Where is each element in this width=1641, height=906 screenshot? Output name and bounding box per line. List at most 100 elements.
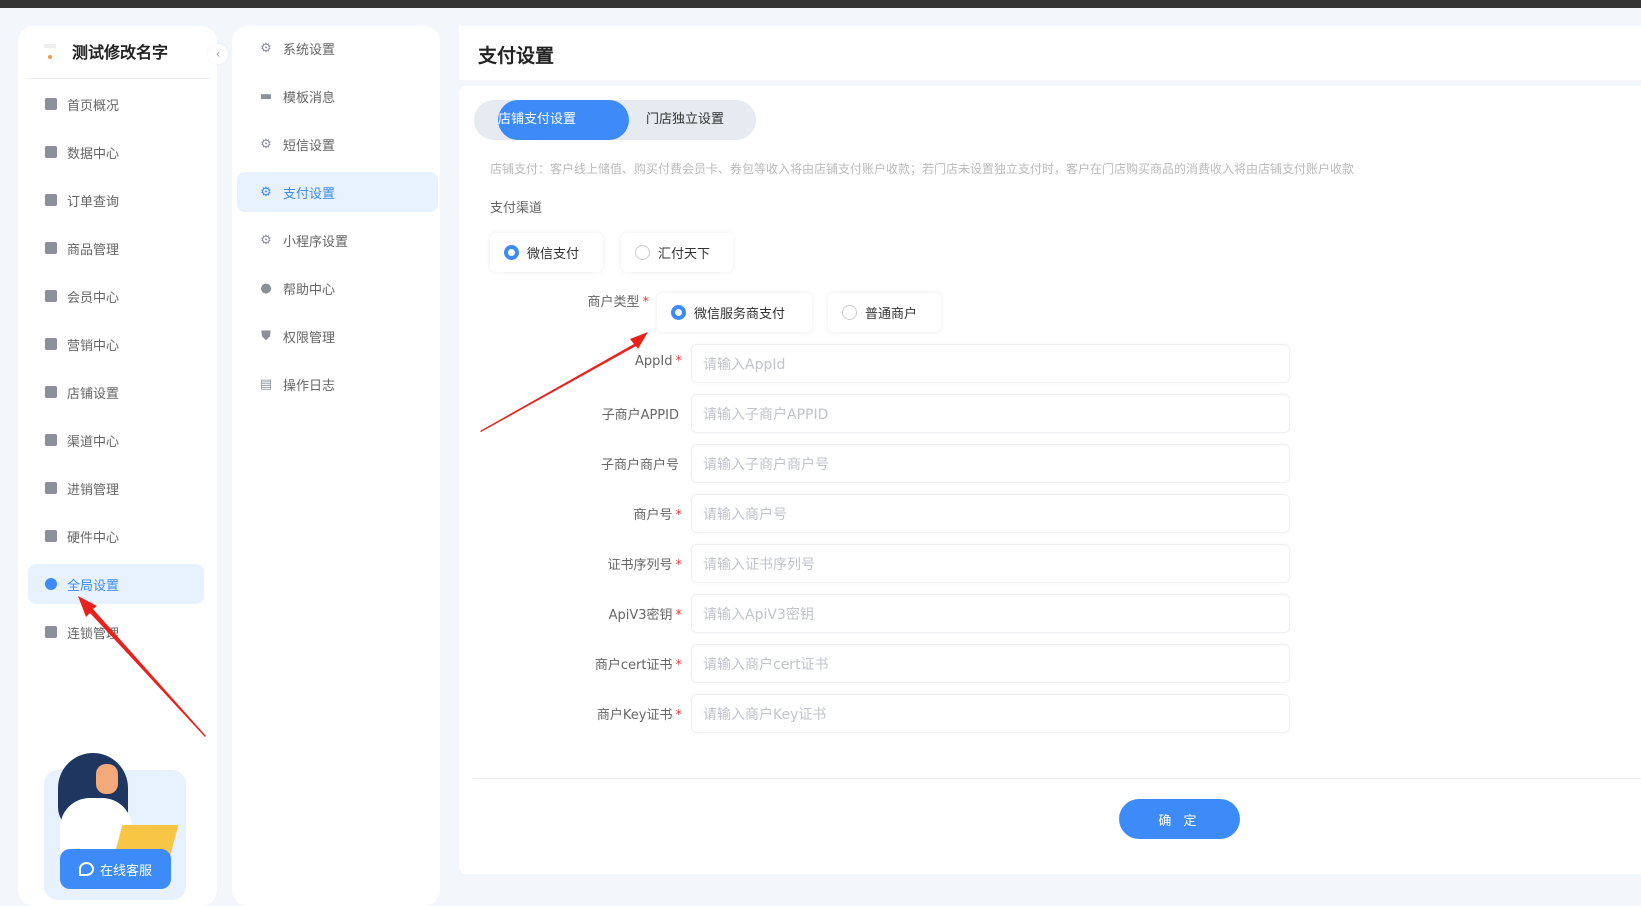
collapse-sidebar-button[interactable]: ‹: [208, 44, 228, 64]
submenu-item-label: 小程序设置: [283, 234, 349, 250]
radio-label: 微信支付: [527, 247, 580, 262]
sub-appid-input[interactable]: [691, 394, 1290, 433]
online-support-label: 在线客服: [99, 863, 152, 879]
divider: [473, 778, 1641, 779]
field-label-mch-id: 商户号 *: [633, 508, 682, 523]
submenu-item-6[interactable]: ⛊ 权限管理: [237, 316, 438, 356]
sidebar-item-label: 进销管理: [67, 482, 120, 498]
settings-submenu: ⚙ 系统设置 ▬ 模板消息 ⚙ 短信设置 ⚙ 支付设置 ⚙ 小程序设置 ● 帮助中心 ⛊ 权限管理 ▤ 操作日…: [232, 26, 440, 906]
gear-icon: [45, 578, 57, 590]
radio-normal-merchant[interactable]: 普通商户: [828, 293, 941, 332]
crown-icon: [45, 290, 57, 302]
divider: [26, 78, 210, 79]
cert-file-input[interactable]: [691, 644, 1290, 683]
submenu-item-label: 支付设置: [283, 186, 336, 202]
channel-icon: [45, 434, 57, 446]
gear-icon: ⚙: [260, 232, 272, 248]
field-apiv3-key[interactable]: 请输入ApiV3密钥: [691, 594, 1290, 633]
sidebar-item-label: 全局设置: [67, 578, 120, 594]
submenu-item-label: 权限管理: [283, 330, 336, 346]
illustration-face: [96, 764, 118, 794]
radio-unchecked-icon: [842, 305, 857, 320]
radio-unchecked-icon: [635, 245, 650, 260]
sidebar-item-1[interactable]: 数据中心: [28, 132, 204, 172]
submenu-item-4[interactable]: ⚙ 小程序设置: [237, 220, 438, 260]
sidebar-item-label: 硬件中心: [67, 530, 120, 546]
field-key-file[interactable]: 请输入商户Key证书: [691, 694, 1290, 733]
sidebar-item-label: 渠道中心: [67, 434, 120, 450]
sidebar-item-label: 数据中心: [67, 146, 120, 162]
radio-label: 普通商户: [865, 307, 918, 322]
radio-label: 汇付天下: [658, 247, 711, 262]
radio-checked-icon: [504, 245, 519, 260]
message-icon: ▬: [259, 88, 273, 104]
page-title: 支付设置: [478, 45, 555, 67]
sub-mch-id-input[interactable]: [691, 444, 1290, 483]
field-sub-mch-id[interactable]: 请输入子商户商户号: [691, 444, 1290, 483]
chevron-left-icon: ‹: [215, 47, 221, 61]
info-icon: ●: [260, 280, 272, 296]
confirm-button[interactable]: 确 定: [1119, 799, 1240, 839]
field-appid[interactable]: 请输入AppId: [691, 344, 1290, 383]
submenu-item-3[interactable]: ⚙ 支付设置: [237, 172, 438, 212]
submenu-item-label: 系统设置: [283, 42, 336, 58]
logo-icon: [40, 42, 60, 62]
tab-bar: 店铺支付设置 门店独立设置: [474, 100, 756, 140]
chat-bubble-icon: [78, 862, 94, 876]
top-bar: [0, 0, 1641, 8]
field-label-sub-appid: 子商户APPID: [601, 408, 679, 423]
shield-icon: ⛊: [261, 328, 271, 344]
field-mch-id[interactable]: 请输入商户号: [691, 494, 1290, 533]
list-icon: [45, 482, 57, 494]
field-sub-appid[interactable]: 请输入子商户APPID: [691, 394, 1290, 433]
sidebar-item-4[interactable]: 会员中心: [28, 276, 204, 316]
gear-icon: ⚙: [260, 184, 272, 200]
submenu-item-label: 短信设置: [283, 138, 336, 154]
mch-id-input[interactable]: [691, 494, 1290, 533]
tab-store-payment[interactable]: 店铺支付设置: [498, 100, 629, 140]
cert-serial-input[interactable]: [691, 544, 1290, 583]
field-label-appid: AppId *: [635, 354, 682, 369]
sidebar-item-5[interactable]: 营销中心: [28, 324, 204, 364]
online-support-button[interactable]: 在线客服: [60, 849, 171, 889]
sidebar-item-6[interactable]: 店铺设置: [28, 372, 204, 412]
field-label-key-file: 商户Key证书 *: [596, 708, 682, 723]
submenu-item-5[interactable]: ● 帮助中心: [237, 268, 438, 308]
main-sidebar: 测试修改名字 首页概况 数据中心 订单查询 商品管理 会员中心 营销中心 店铺设置 渠道中心进…: [18, 26, 217, 906]
submenu-item-label: 帮助中心: [283, 282, 336, 298]
appid-input[interactable]: [691, 344, 1290, 383]
field-label-sub-mch-id: 子商户商户号: [600, 458, 679, 473]
field-cert-serial[interactable]: 请输入证书序列号: [691, 544, 1290, 583]
sidebar-item-8[interactable]: 进销管理: [28, 468, 204, 508]
radio-huifu[interactable]: 汇付天下: [621, 233, 733, 272]
radio-wechat-service-provider[interactable]: 微信服务商支付: [657, 293, 812, 332]
submenu-item-2[interactable]: ⚙ 短信设置: [237, 124, 438, 164]
sidebar-item-label: 营销中心: [67, 338, 120, 354]
apiv3-key-input[interactable]: [691, 594, 1290, 633]
submenu-item-label: 操作日志: [283, 378, 336, 394]
radio-wechat-pay[interactable]: 微信支付: [490, 233, 603, 272]
radio-checked-icon: [671, 305, 686, 320]
sidebar-item-label: 会员中心: [67, 290, 120, 306]
sidebar-item-7[interactable]: 渠道中心: [28, 420, 204, 460]
field-label-cert-file: 商户cert证书 *: [594, 658, 682, 673]
sidebar-item-11[interactable]: 连锁管理: [28, 612, 204, 652]
payment-settings-card: 店铺支付设置 门店独立设置 店铺支付：客户线上储值、购买付费会员卡、券包等收入将…: [459, 86, 1641, 874]
gear-icon: ⚙: [260, 40, 272, 56]
log-icon: ▤: [259, 376, 273, 392]
sidebar-item-label: 订单查询: [67, 194, 120, 210]
tab-shop-independent[interactable]: 门店独立设置: [646, 100, 724, 140]
field-cert-file[interactable]: 请输入商户cert证书: [691, 644, 1290, 683]
store-icon: [45, 386, 57, 398]
submenu-item-0[interactable]: ⚙ 系统设置: [237, 28, 438, 68]
submenu-item-7[interactable]: ▤ 操作日志: [237, 364, 438, 404]
submenu-item-1[interactable]: ▬ 模板消息: [237, 76, 438, 116]
sidebar-item-0[interactable]: 首页概况: [28, 84, 204, 124]
key-file-input[interactable]: [691, 694, 1290, 733]
sidebar-item-3[interactable]: 商品管理: [28, 228, 204, 268]
bar-chart-icon: [45, 146, 57, 158]
sidebar-item-2[interactable]: 订单查询: [28, 180, 204, 220]
sidebar-item-10[interactable]: 全局设置: [28, 564, 204, 604]
sidebar-item-9[interactable]: 硬件中心: [28, 516, 204, 556]
hourglass-icon: [45, 338, 57, 350]
